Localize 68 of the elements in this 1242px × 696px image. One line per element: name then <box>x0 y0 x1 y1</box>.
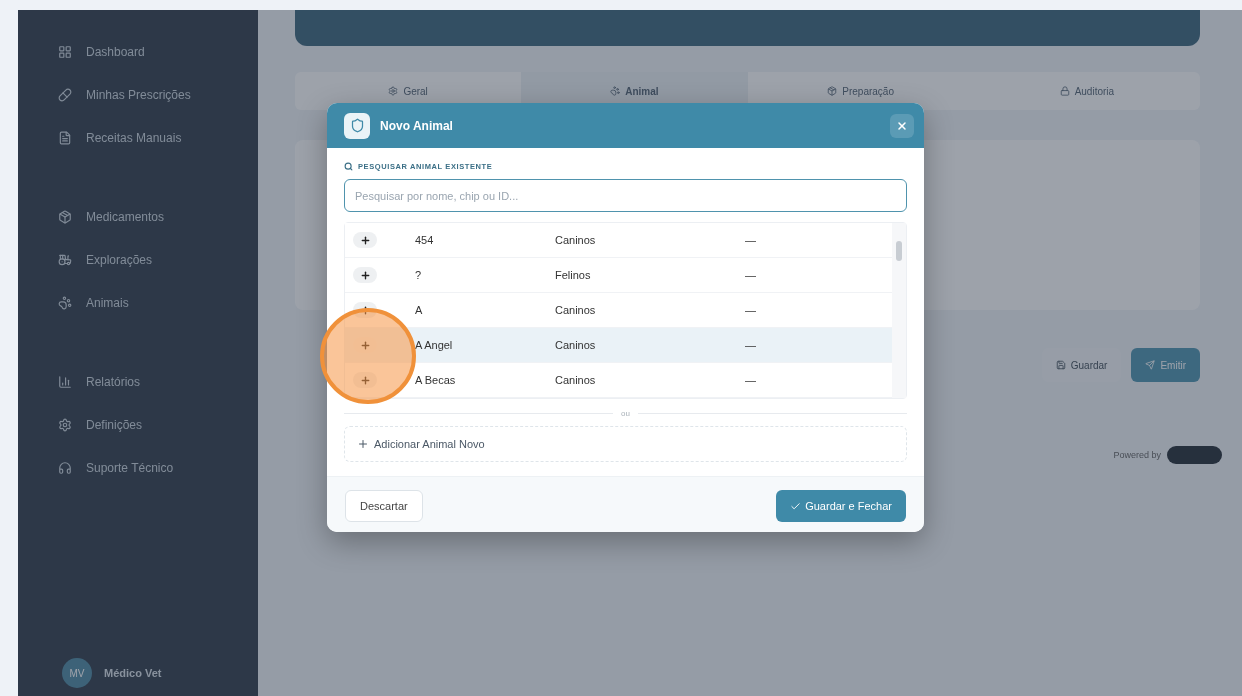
menu-icon <box>58 209 72 224</box>
save-close-button[interactable]: Guardar e Fechar <box>776 490 906 522</box>
search-icon <box>344 162 353 171</box>
animal-species: Caninos <box>555 339 597 351</box>
plus-icon <box>357 438 369 450</box>
shield-icon <box>344 112 370 139</box>
sidebar-item[interactable]: Animais <box>32 281 244 324</box>
table-cell-text: — <box>745 374 757 386</box>
close-icon <box>896 119 908 132</box>
sidebar-item[interactable]: Medicamentos <box>32 195 244 238</box>
menu-icon <box>58 417 72 432</box>
menu-icon <box>58 44 72 59</box>
table-cell-text: — <box>745 339 757 351</box>
animal-name: A Angel <box>415 339 454 351</box>
scrollbar-thumb[interactable] <box>896 241 902 261</box>
plus-icon <box>359 234 371 246</box>
menu-icon <box>58 87 72 102</box>
tab[interactable]: Preparação <box>747 72 974 110</box>
tab-icon <box>1059 86 1070 96</box>
sidebar-item[interactable]: Minhas Prescrições <box>32 73 244 116</box>
sidebar-item[interactable]: Definições <box>32 403 244 446</box>
sidebar-item[interactable]: Relatórios <box>32 360 244 403</box>
table-cell-text: — <box>745 269 757 281</box>
animal-species: Felinos <box>555 269 592 281</box>
sidebar-item[interactable]: Receitas Manuais <box>32 116 244 159</box>
tab[interactable]: Auditoria <box>973 72 1200 110</box>
menu-icon <box>58 460 72 475</box>
animal-name: 454 <box>415 234 435 246</box>
sidebar-item[interactable]: Suporte Técnico <box>32 446 244 489</box>
divider-text: ou <box>621 409 630 418</box>
animal-species: Caninos <box>555 304 597 316</box>
save-icon <box>1055 360 1066 370</box>
menu-icon <box>58 295 72 310</box>
add-animal-button[interactable]: Adicionar Animal Novo <box>344 426 907 462</box>
powered-by-text: Powered by <box>1113 450 1161 460</box>
user-avatar: MV <box>62 658 92 688</box>
animal-species: Caninos <box>555 234 597 246</box>
plus-icon <box>359 339 371 351</box>
animal-row[interactable]: A Angel Caninos — <box>345 328 892 363</box>
add-row-button[interactable] <box>353 232 377 248</box>
send-icon <box>1145 360 1156 370</box>
brand-logo <box>1167 446 1222 464</box>
tab-icon <box>827 86 838 96</box>
animal-name: ? <box>415 269 423 281</box>
sidebar-item[interactable]: Dashboard <box>32 30 244 73</box>
table-cell-text: — <box>745 304 757 316</box>
menu-icon <box>58 252 72 267</box>
menu-icon <box>58 374 72 389</box>
sidebar-item[interactable]: Explorações <box>32 238 244 281</box>
tab[interactable]: Geral <box>295 72 522 110</box>
tab-icon <box>610 86 621 96</box>
close-button[interactable] <box>890 113 914 138</box>
menu-icon <box>58 130 72 145</box>
tab-icon <box>388 86 399 96</box>
search-field[interactable]: Pesquisar por nome, chip ou ID... <box>344 179 907 212</box>
animal-species: Caninos <box>555 374 597 386</box>
animal-name: A <box>415 304 424 316</box>
table-cell-text: — <box>745 234 757 246</box>
add-row-button[interactable] <box>353 267 377 283</box>
check-icon <box>790 500 802 512</box>
animal-name: A Becas <box>415 374 457 386</box>
dialog-title: Novo Animal <box>380 118 454 133</box>
animal-row[interactable]: 454 Caninos — <box>345 223 892 258</box>
emit-button[interactable]: Emitir <box>1131 348 1200 382</box>
discard-button[interactable]: Descartar <box>345 490 423 522</box>
user-name: Médico Vet <box>104 667 162 679</box>
plus-icon <box>359 269 371 281</box>
plus-icon <box>359 374 371 386</box>
